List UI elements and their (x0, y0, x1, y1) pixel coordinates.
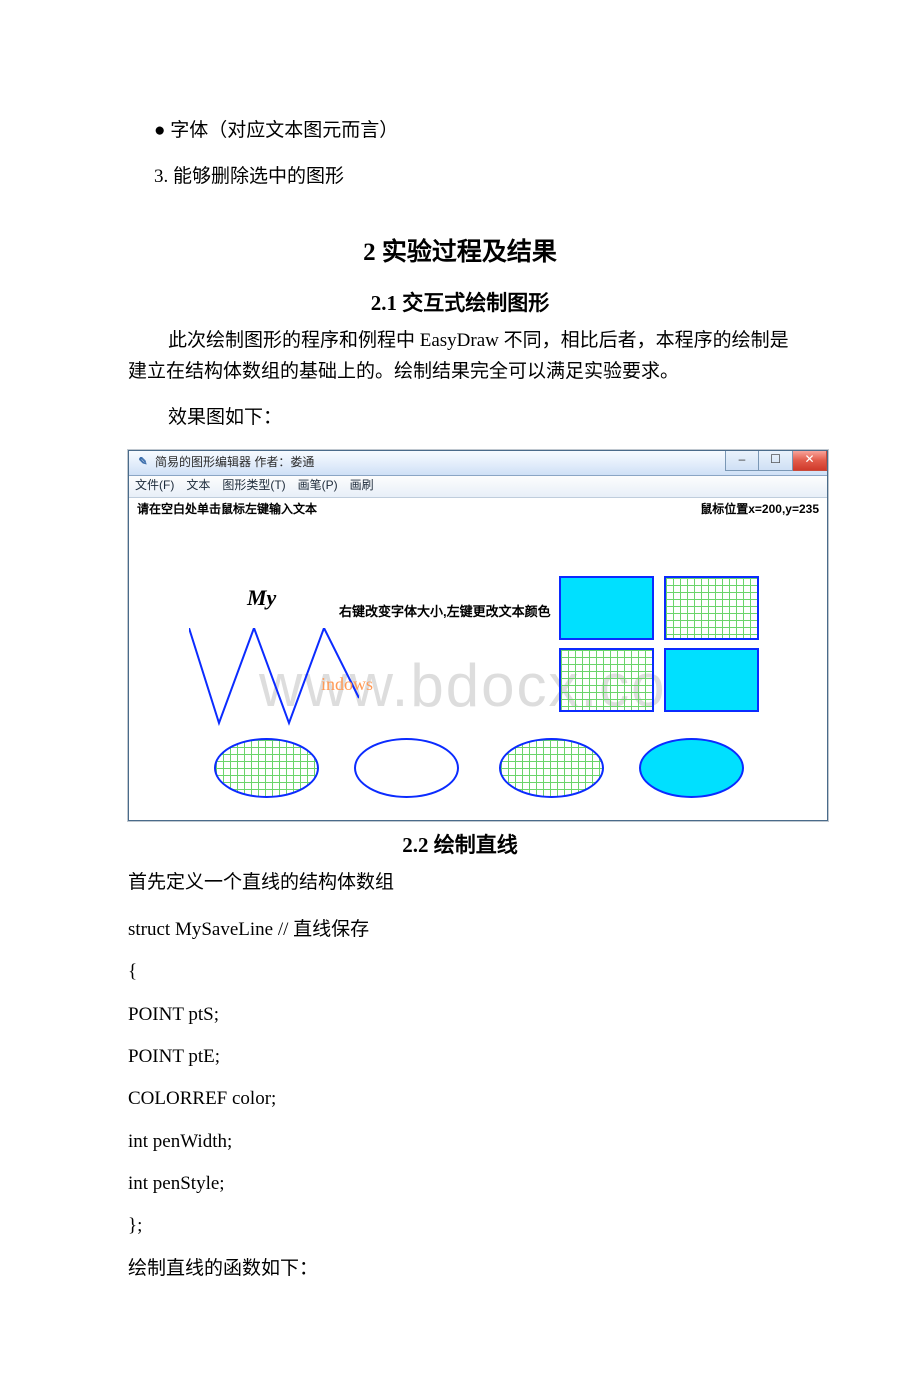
canvas-text-indows: indows (321, 670, 373, 699)
menu-file[interactable]: 文件(F) (135, 476, 174, 495)
close-button[interactable]: ✕ (793, 451, 827, 471)
code-line: { (128, 957, 792, 987)
section-2-1-heading: 2.1 交互式绘制图形 (128, 287, 792, 321)
rect-hatched-2 (559, 648, 654, 712)
hint-left: 请在空白处单击鼠标左键输入文本 (137, 500, 317, 519)
func-intro-text: 绘制直线的函数如下： (128, 1254, 792, 1284)
rect-filled-cyan-2 (664, 648, 759, 712)
code-line: int penWidth; (128, 1127, 792, 1157)
rect-filled-cyan-1 (559, 576, 654, 640)
intro-paragraph: 此次绘制图形的程序和例程中 EasyDraw 不同，相比后者，本程序的绘制是建立… (128, 326, 792, 387)
menu-bar: 文件(F) 文本 图形类型(T) 画笔(P) 画刷 (129, 476, 827, 498)
code-line: POINT ptE; (128, 1042, 792, 1072)
ellipse-hatched-1 (214, 738, 319, 798)
maximize-button[interactable]: ☐ (759, 451, 793, 471)
code-line: int penStyle; (128, 1169, 792, 1199)
window-title: 简易的图形编辑器 作者：娄通 (155, 453, 314, 472)
code-line: }; (128, 1211, 792, 1241)
ellipse-filled-cyan (639, 738, 744, 798)
ellipse-outline (354, 738, 459, 798)
minimize-button[interactable]: – (725, 451, 759, 471)
app-icon: ✎ (135, 455, 151, 471)
window-buttons: – ☐ ✕ (725, 451, 827, 473)
app-window: ✎ 简易的图形编辑器 作者：娄通 – ☐ ✕ 文件(F) 文本 图形类型(T) … (128, 450, 828, 821)
code-line: struct MySaveLine // 直线保存 (128, 915, 792, 945)
menu-text[interactable]: 文本 (186, 476, 210, 495)
code-line: POINT ptS; (128, 1000, 792, 1030)
drawing-canvas[interactable]: My 右键改变字体大小,左键更改文本颜色 www.bdocx.com indow… (129, 520, 827, 820)
canvas-text-my: My (247, 580, 276, 615)
bullet-font-text: ● 字体（对应文本图元而言） (128, 116, 792, 146)
hint-bar: 请在空白处单击鼠标左键输入文本 鼠标位置x=200,y=235 (129, 498, 827, 520)
rect-hatched-1 (664, 576, 759, 640)
menu-brush[interactable]: 画刷 (350, 476, 374, 495)
code-block: struct MySaveLine // 直线保存 { POINT ptS; P… (128, 915, 792, 1242)
section-2-2-heading: 2.2 绘制直线 (128, 829, 792, 863)
hint-right: 鼠标位置x=200,y=235 (700, 500, 819, 519)
ellipse-hatched-2 (499, 738, 604, 798)
title-bar: ✎ 简易的图形编辑器 作者：娄通 – ☐ ✕ (129, 451, 827, 476)
menu-pen[interactable]: 画笔(P) (298, 476, 338, 495)
effect-label: 效果图如下： (128, 403, 792, 433)
canvas-text-hint: 右键改变字体大小,左键更改文本颜色 (339, 602, 551, 623)
struct-intro-text: 首先定义一个直线的结构体数组 (128, 868, 792, 898)
section-2-heading: 2 实验过程及结果 (128, 233, 792, 273)
code-line: COLORREF color; (128, 1084, 792, 1114)
item-3-text: 3. 能够删除选中的图形 (128, 162, 792, 192)
menu-shape[interactable]: 图形类型(T) (222, 476, 285, 495)
